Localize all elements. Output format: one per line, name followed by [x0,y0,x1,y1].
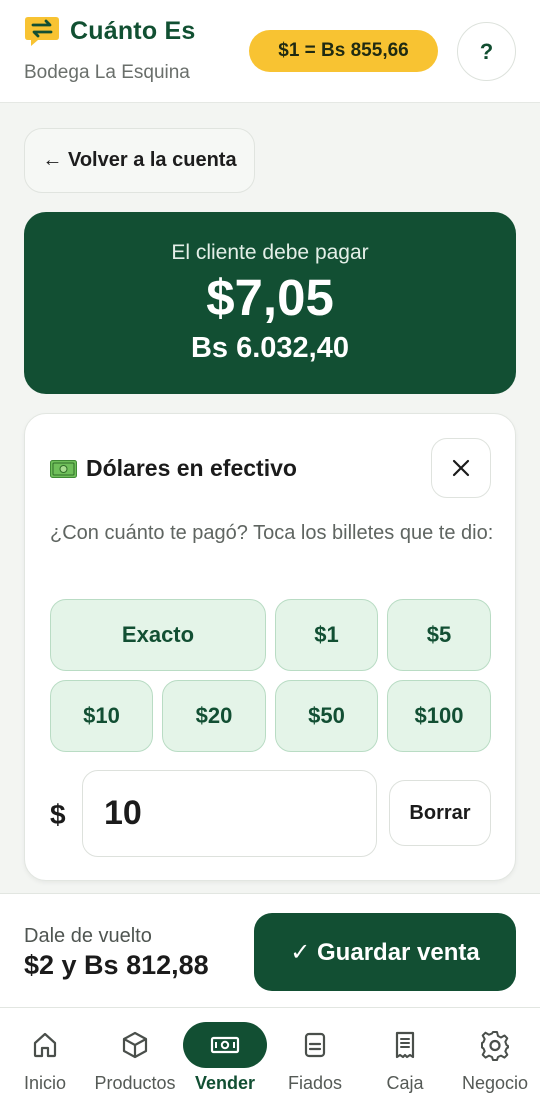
cash-icon [50,459,77,478]
bill-button-100[interactable]: $100 [387,680,491,752]
bill-button-10[interactable]: $10 [50,680,153,752]
app-header: Cuánto Es Bodega La Esquina $1 = Bs 855,… [0,0,540,103]
bill-button-5[interactable]: $5 [387,599,491,671]
bill-button-20[interactable]: $20 [162,680,266,752]
close-payment-button[interactable] [431,438,491,498]
payment-method-title: Dólares en efectivo [50,455,297,482]
nav-item-negocio[interactable]: Negocio [450,1008,540,1110]
exchange-rate-badge[interactable]: $1 = Bs 855,66 [249,30,438,72]
close-icon [452,459,470,477]
payment-question: ¿Con cuánto te pagó? Toca los billetes q… [50,522,494,544]
nav-label: Fiados [287,1073,343,1093]
received-amount-input[interactable] [82,770,377,857]
payment-method-label: Dólares en efectivo [86,455,297,481]
change-summary-bar: Dale de vuelto $2 y Bs 812,88 ✓ Guardar … [0,893,540,1007]
store-name: Bodega La Esquina [24,62,190,83]
back-to-account-button[interactable]: ← Volver a la cuenta [24,128,255,193]
bill-button-exact[interactable]: Exacto [50,599,266,671]
change-label: Dale de vuelto [24,925,152,947]
bill-button-1[interactable]: $1 [275,599,378,671]
nav-item-productos[interactable]: Productos [90,1008,180,1110]
cash-payment-card: Dólares en efectivo ¿Con cuánto te pagó?… [24,413,516,881]
nav-label: Vender [194,1073,256,1093]
currency-symbol: $ [50,799,66,830]
nav-label: Productos [94,1073,176,1093]
box-icon [93,1022,177,1068]
amount-due-label: El cliente debe pagar [171,241,369,264]
nav-label: Negocio [461,1073,529,1093]
nav-item-vender[interactable]: Vender [180,1008,270,1110]
amount-due-card: El cliente debe pagar $7,05 Bs 6.032,40 [24,212,516,394]
app-title: Cuánto Es [70,17,196,45]
clear-button[interactable]: Borrar [389,780,491,846]
nav-item-inicio[interactable]: Inicio [0,1008,90,1110]
change-value: $2 y Bs 812,88 [24,950,209,980]
nav-label: Caja [386,1073,424,1093]
nav-item-fiados[interactable]: Fiados [270,1008,360,1110]
bottom-navigation: Inicio Productos Vender Fiados Caja Nego… [0,1007,540,1110]
amount-due-bs: Bs 6.032,40 [190,332,349,364]
notebook-icon [273,1022,357,1068]
nav-item-caja[interactable]: Caja [360,1008,450,1110]
cash-icon [183,1022,267,1068]
receipt-icon [363,1022,447,1068]
save-sale-button[interactable]: ✓ Guardar venta [254,913,516,991]
exchange-logo-icon [25,17,59,46]
home-icon [3,1022,87,1068]
gear-icon [453,1022,537,1068]
bill-button-50[interactable]: $50 [275,680,378,752]
nav-label: Inicio [23,1073,67,1093]
help-button[interactable]: ? [457,22,516,81]
amount-due-usd: $7,05 [206,269,334,326]
